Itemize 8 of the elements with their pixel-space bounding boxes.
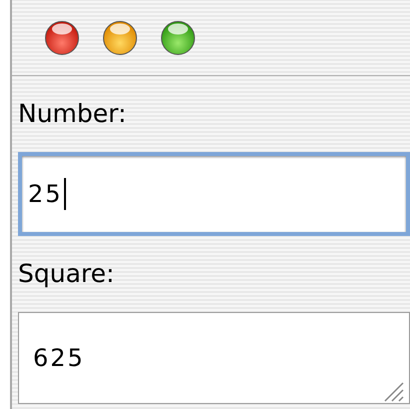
text-cursor	[64, 178, 66, 210]
minimize-button[interactable]	[102, 20, 138, 56]
input-field[interactable]: 25	[18, 152, 410, 236]
field-label: Square:	[18, 258, 114, 290]
output-field[interactable]: 625	[18, 312, 410, 404]
field-label: Number:	[18, 98, 126, 130]
close-button[interactable]	[44, 20, 80, 56]
zoom-button[interactable]	[160, 20, 196, 56]
